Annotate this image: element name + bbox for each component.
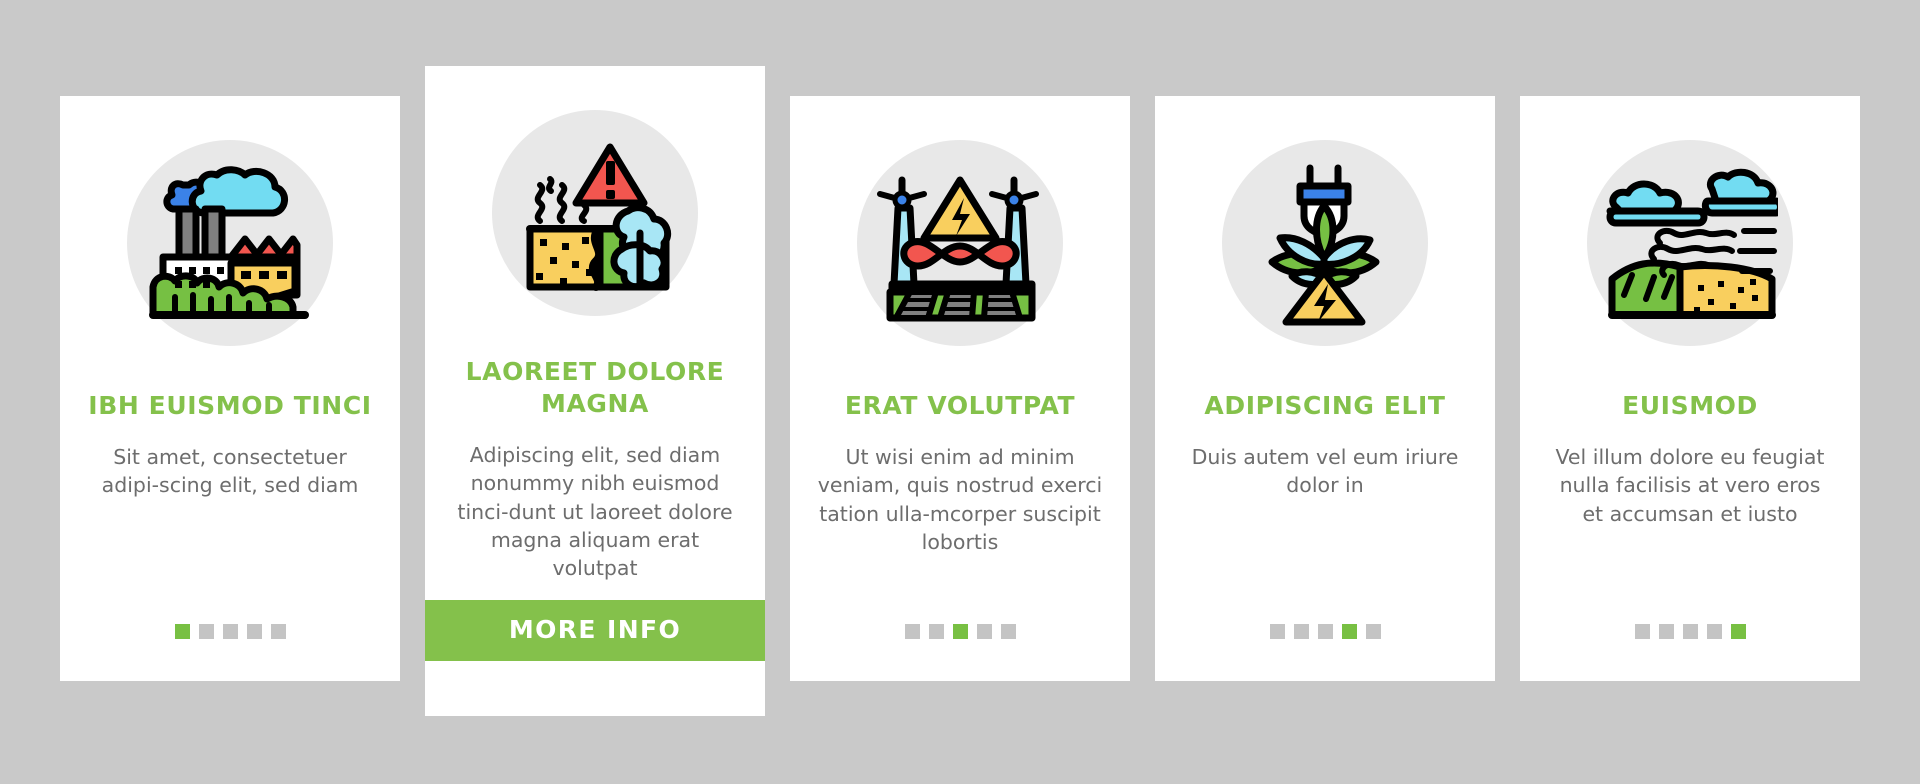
pagination-dot[interactable] [1317,624,1333,639]
onboarding-card-3[interactable]: ERAT VOLUTPAT Ut wisi enim ad minim venia… [790,96,1130,681]
onboarding-card-5[interactable]: EUISMOD Vel illum dolore eu feugiat nulla… [1520,96,1860,681]
pagination-dot[interactable] [1365,624,1381,639]
factory-pollution-icon [127,140,333,346]
card-title: IBH EUISMOD TINCI [88,391,372,420]
card-description: Duis autem vel eum iriure dolor in [1191,445,1459,498]
onboarding-cards-board: IBH EUISMOD TINCI Sit amet, consectetuer … [0,0,1920,784]
onboarding-card-4[interactable]: ADIPISCING ELIT Duis autem vel eum iriure… [1155,96,1495,681]
card-description: Vel illum dolore eu feugiat nulla facili… [1555,445,1825,526]
pagination-dot[interactable] [1269,624,1285,639]
pagination-dot-active[interactable] [1730,624,1746,639]
pagination-dots[interactable] [904,624,1016,639]
card-title: ERAT VOLUTPAT [844,391,1076,420]
onboarding-card-2[interactable]: LAOREET DOLORE MAGNA Adipiscing elit, sed… [425,66,765,716]
pagination-dot[interactable] [1634,624,1650,639]
pagination-dot-active[interactable] [1341,624,1357,639]
more-info-button[interactable]: MORE INFO [425,600,765,661]
pagination-dot[interactable] [1658,624,1674,639]
pagination-dots[interactable] [174,624,286,639]
renewable-energy-infinity-icon [857,140,1063,346]
contaminated-soil-warning-icon [492,110,698,316]
card-title: EUISMOD [1622,391,1758,420]
card-description: Sit amet, consectetuer adipi-scing elit,… [101,445,359,498]
pagination-dot[interactable] [1293,624,1309,639]
pagination-dot-active[interactable] [952,624,968,639]
pagination-dot[interactable] [246,624,262,639]
pagination-dot[interactable] [1706,624,1722,639]
pagination-dot[interactable] [976,624,992,639]
pagination-dots[interactable] [1269,624,1381,639]
pagination-dot[interactable] [1000,624,1016,639]
pagination-dots[interactable] [1634,624,1746,639]
pagination-dot[interactable] [198,624,214,639]
pagination-dot[interactable] [904,624,920,639]
pagination-dot[interactable] [928,624,944,639]
pagination-dot[interactable] [270,624,286,639]
pagination-dot[interactable] [222,624,238,639]
pagination-dot[interactable] [1682,624,1698,639]
card-description: Ut wisi enim ad minim veniam, quis nostr… [817,445,1103,554]
pagination-dot-active[interactable] [174,624,190,639]
card-title: LAOREET DOLORE MAGNA [465,357,725,418]
air-water-pollution-landscape-icon [1587,140,1793,346]
plug-plant-bioenergy-icon [1222,140,1428,346]
onboarding-card-1[interactable]: IBH EUISMOD TINCI Sit amet, consectetuer … [60,96,400,681]
card-description: Adipiscing elit, sed diam nonummy nibh e… [457,443,733,581]
card-title: ADIPISCING ELIT [1204,391,1446,420]
